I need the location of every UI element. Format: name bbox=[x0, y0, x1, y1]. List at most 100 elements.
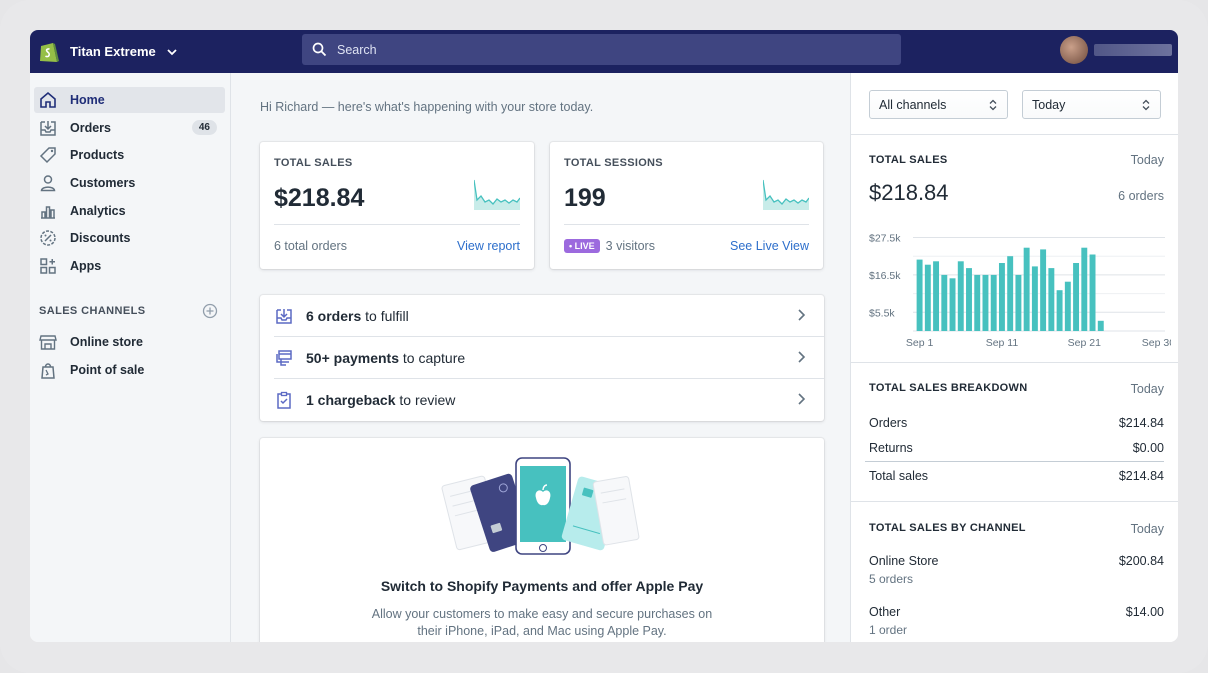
view-report-link[interactable]: View report bbox=[457, 239, 520, 253]
task-description: to capture bbox=[399, 350, 466, 366]
sidebar-item-label: Online store bbox=[70, 335, 143, 349]
sidebar-item-label: Discounts bbox=[70, 231, 131, 245]
greeting-text: Hi Richard — here's what's happening wit… bbox=[260, 100, 594, 114]
account-menu[interactable] bbox=[1060, 36, 1172, 64]
chevron-down-icon bbox=[167, 48, 177, 55]
channel-online-store-label: Online Store bbox=[869, 554, 939, 568]
sidebar-item-online-store[interactable]: Online store bbox=[34, 329, 225, 355]
avatar[interactable] bbox=[1060, 36, 1088, 64]
chart-bar bbox=[941, 274, 948, 331]
breakdown-total-value: $214.84 bbox=[1118, 469, 1164, 483]
total-orders-label: 6 total orders bbox=[274, 239, 347, 253]
breakdown-returns-label: Returns bbox=[869, 441, 913, 455]
home-icon bbox=[38, 90, 58, 110]
card-divider bbox=[564, 224, 809, 225]
task-text: 50+ payments to capture bbox=[306, 350, 465, 366]
task-count: 50+ payments bbox=[306, 350, 399, 366]
sales-channels-heading: SALES CHANNELS bbox=[39, 305, 146, 317]
task-description: to fulfill bbox=[361, 308, 409, 324]
chart-bar bbox=[1073, 263, 1080, 331]
total-sales-orders: 6 orders bbox=[1118, 189, 1164, 203]
store-icon bbox=[38, 332, 58, 352]
total-orders-text: 6 total orders bbox=[274, 239, 347, 253]
tasks-card: 6 orders to fulfill 50+ payments to capt… bbox=[260, 295, 824, 421]
store-switcher[interactable]: Titan Extreme bbox=[38, 30, 178, 73]
chart-bar bbox=[1097, 320, 1104, 331]
orders-icon bbox=[38, 118, 58, 138]
clipboard-icon bbox=[277, 391, 291, 409]
search-bar[interactable] bbox=[302, 34, 901, 65]
sidebar-item-label: Point of sale bbox=[70, 363, 145, 377]
see-live-view-link[interactable]: See Live View bbox=[730, 239, 809, 253]
channel-online-store-orders: 5 orders bbox=[869, 572, 914, 586]
tag-icon bbox=[38, 145, 58, 165]
breakdown-orders-value: $214.84 bbox=[1118, 416, 1164, 430]
total-sessions-sparkline bbox=[763, 179, 809, 210]
bar-chart-icon bbox=[38, 201, 58, 221]
live-badge: • LIVE bbox=[564, 239, 600, 253]
x-tick-label: Sep 11 bbox=[986, 337, 1019, 348]
sidebar-item-home[interactable]: Home bbox=[34, 87, 225, 113]
total-sessions-card: TOTAL SESSIONS 199 • LIVE 3 visitors See… bbox=[550, 142, 823, 269]
task-orders-to-fulfill[interactable]: 6 orders to fulfill bbox=[260, 295, 824, 337]
sidebar-item-point-of-sale[interactable]: Point of sale bbox=[34, 357, 225, 383]
sidebar-item-apps[interactable]: Apps bbox=[34, 253, 225, 279]
task-payments-to-capture[interactable]: 50+ payments to capture bbox=[260, 337, 824, 379]
add-sales-channel-icon[interactable] bbox=[202, 303, 218, 319]
chart-bar bbox=[949, 278, 956, 331]
channel-other-orders: 1 order bbox=[869, 623, 908, 637]
task-chargeback-to-review[interactable]: 1 chargeback to review bbox=[260, 379, 824, 421]
chart-bar bbox=[1031, 266, 1038, 331]
breakdown-period: Today bbox=[1130, 382, 1164, 396]
person-icon bbox=[38, 173, 58, 193]
sidebar-item-label: Customers bbox=[70, 176, 136, 190]
card-title: TOTAL SESSIONS bbox=[564, 157, 663, 169]
task-description: to review bbox=[395, 392, 456, 408]
x-tick-label: Sep 30 bbox=[1142, 337, 1171, 348]
date-select-value: Today bbox=[1032, 97, 1066, 112]
panel-divider bbox=[851, 501, 1178, 502]
sidebar-item-analytics[interactable]: Analytics bbox=[34, 198, 225, 224]
account-name-blurred bbox=[1094, 44, 1172, 56]
chart-bar bbox=[1007, 256, 1014, 331]
screenshot-frame: Titan Extreme Home bbox=[0, 0, 1208, 673]
chevron-right-icon bbox=[798, 351, 806, 363]
sidebar-item-discounts[interactable]: Discounts bbox=[34, 225, 225, 251]
sidebar: Home Orders 46 Products Customers Analyt… bbox=[30, 73, 231, 642]
chart-bar bbox=[998, 263, 1005, 331]
x-tick-label: Sep 21 bbox=[1068, 337, 1101, 348]
channel-other-value: $14.00 bbox=[1125, 605, 1164, 619]
chart-bar bbox=[1015, 274, 1022, 331]
shopify-admin-window: Titan Extreme Home bbox=[30, 30, 1178, 642]
sidebar-item-label: Orders bbox=[70, 121, 111, 135]
channel-select-value: All channels bbox=[879, 97, 947, 112]
total-sales-amount: $218.84 bbox=[869, 180, 949, 205]
chevron-right-icon bbox=[798, 393, 806, 405]
analytics-panel: All channels Today TOTAL SALES Today $21… bbox=[850, 73, 1178, 642]
top-bar: Titan Extreme bbox=[30, 30, 1178, 73]
fulfill-icon bbox=[276, 309, 292, 324]
breakdown-total-label: Total sales bbox=[869, 469, 929, 483]
by-channel-period: Today bbox=[1130, 522, 1164, 536]
panel-divider bbox=[851, 362, 1178, 363]
date-range-select[interactable]: Today bbox=[1022, 90, 1161, 119]
chart-bar bbox=[1081, 247, 1088, 331]
y-tick-label: $5.5k bbox=[869, 307, 895, 319]
payments-promo-card: Switch to Shopify Payments and offer App… bbox=[260, 438, 824, 642]
payments-icon bbox=[276, 350, 292, 366]
breakdown-orders-label: Orders bbox=[869, 416, 908, 430]
sidebar-item-customers[interactable]: Customers bbox=[34, 170, 225, 196]
y-tick-label: $27.5k bbox=[869, 233, 901, 245]
sidebar-item-products[interactable]: Products bbox=[34, 142, 225, 168]
search-input[interactable] bbox=[337, 42, 837, 57]
discount-icon bbox=[38, 228, 58, 248]
store-name: Titan Extreme bbox=[70, 44, 156, 59]
total-sales-bar-chart: $27.5k $16.5k $5.5k Sep 1 Sep 11 Sep 21 Sep 30 bbox=[869, 233, 1171, 349]
select-arrows-icon bbox=[989, 99, 997, 111]
breakdown-total-divider bbox=[865, 461, 1164, 462]
channel-select[interactable]: All channels bbox=[869, 90, 1008, 119]
sidebar-item-label: Products bbox=[70, 148, 125, 162]
chart-bar bbox=[933, 261, 940, 331]
select-arrows-icon bbox=[1142, 99, 1150, 111]
sidebar-item-orders[interactable]: Orders 46 bbox=[34, 115, 225, 141]
